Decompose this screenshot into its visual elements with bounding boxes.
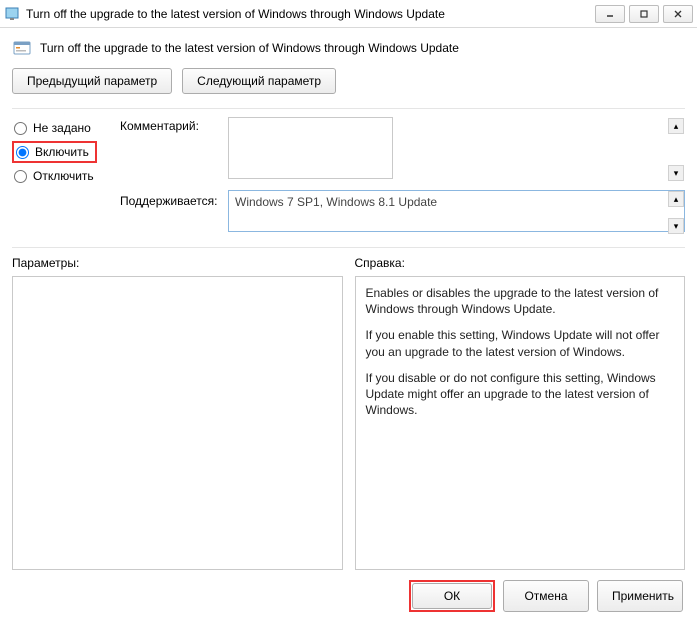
radio-disabled[interactable]: Отключить: [12, 165, 112, 187]
maximize-button[interactable]: [629, 5, 659, 23]
scroll-down-icon[interactable]: ▾: [668, 165, 684, 181]
radio-label: Отключить: [33, 169, 94, 183]
options-column: Параметры:: [12, 256, 343, 570]
title-bar: Turn off the upgrade to the latest versi…: [0, 0, 697, 28]
state-radios: Не задано Включить Отключить: [12, 117, 112, 187]
radio-enabled-input[interactable]: [16, 146, 29, 159]
footer-buttons: ОК Отмена Применить: [12, 580, 685, 612]
lower-panels: Параметры: Справка: Enables or disables …: [12, 256, 685, 570]
apply-button[interactable]: Применить: [597, 580, 683, 612]
scroll-up-icon[interactable]: ▴: [668, 118, 684, 134]
header-row: Turn off the upgrade to the latest versi…: [12, 38, 685, 58]
radio-not-configured[interactable]: Не задано: [12, 117, 112, 139]
close-button[interactable]: [663, 5, 693, 23]
comment-label: Комментарий:: [120, 117, 220, 133]
radio-label: Не задано: [33, 121, 91, 135]
previous-setting-button[interactable]: Предыдущий параметр: [12, 68, 172, 94]
supported-wrapper: ▴ ▾: [228, 190, 685, 235]
radio-disabled-input[interactable]: [14, 170, 27, 183]
scroll-down-icon[interactable]: ▾: [668, 218, 684, 234]
help-text: If you enable this setting, Windows Upda…: [366, 327, 675, 359]
help-panel[interactable]: Enables or disables the upgrade to the l…: [355, 276, 686, 570]
minimize-button[interactable]: [595, 5, 625, 23]
divider: [12, 108, 685, 109]
radio-label: Включить: [35, 145, 89, 159]
supported-box: [228, 190, 685, 232]
help-label: Справка:: [355, 256, 686, 270]
policy-icon: [12, 38, 32, 58]
radio-enabled[interactable]: Включить: [12, 141, 97, 163]
supported-label: Поддерживается:: [120, 190, 220, 208]
radio-not-configured-input[interactable]: [14, 122, 27, 135]
configuration-grid: Не задано Включить Отключить Комментарий…: [12, 117, 685, 235]
scroll-up-icon[interactable]: ▴: [668, 191, 684, 207]
comment-wrapper: ▴ ▾: [228, 117, 685, 182]
content-area: Turn off the upgrade to the latest versi…: [0, 28, 697, 622]
help-column: Справка: Enables or disables the upgrade…: [355, 256, 686, 570]
ok-highlight: ОК: [409, 580, 495, 612]
options-label: Параметры:: [12, 256, 343, 270]
window-controls: [595, 5, 693, 23]
ok-button[interactable]: ОК: [412, 583, 492, 609]
window-title: Turn off the upgrade to the latest versi…: [26, 7, 595, 21]
help-text: Enables or disables the upgrade to the l…: [366, 285, 675, 317]
comment-textarea[interactable]: [228, 117, 393, 179]
cancel-button[interactable]: Отмена: [503, 580, 589, 612]
divider: [12, 247, 685, 248]
next-setting-button[interactable]: Следующий параметр: [182, 68, 336, 94]
policy-title: Turn off the upgrade to the latest versi…: [40, 41, 459, 55]
help-text: If you disable or do not configure this …: [366, 370, 675, 419]
options-panel[interactable]: [12, 276, 343, 570]
app-icon: [4, 6, 20, 22]
nav-buttons: Предыдущий параметр Следующий параметр: [12, 68, 685, 94]
